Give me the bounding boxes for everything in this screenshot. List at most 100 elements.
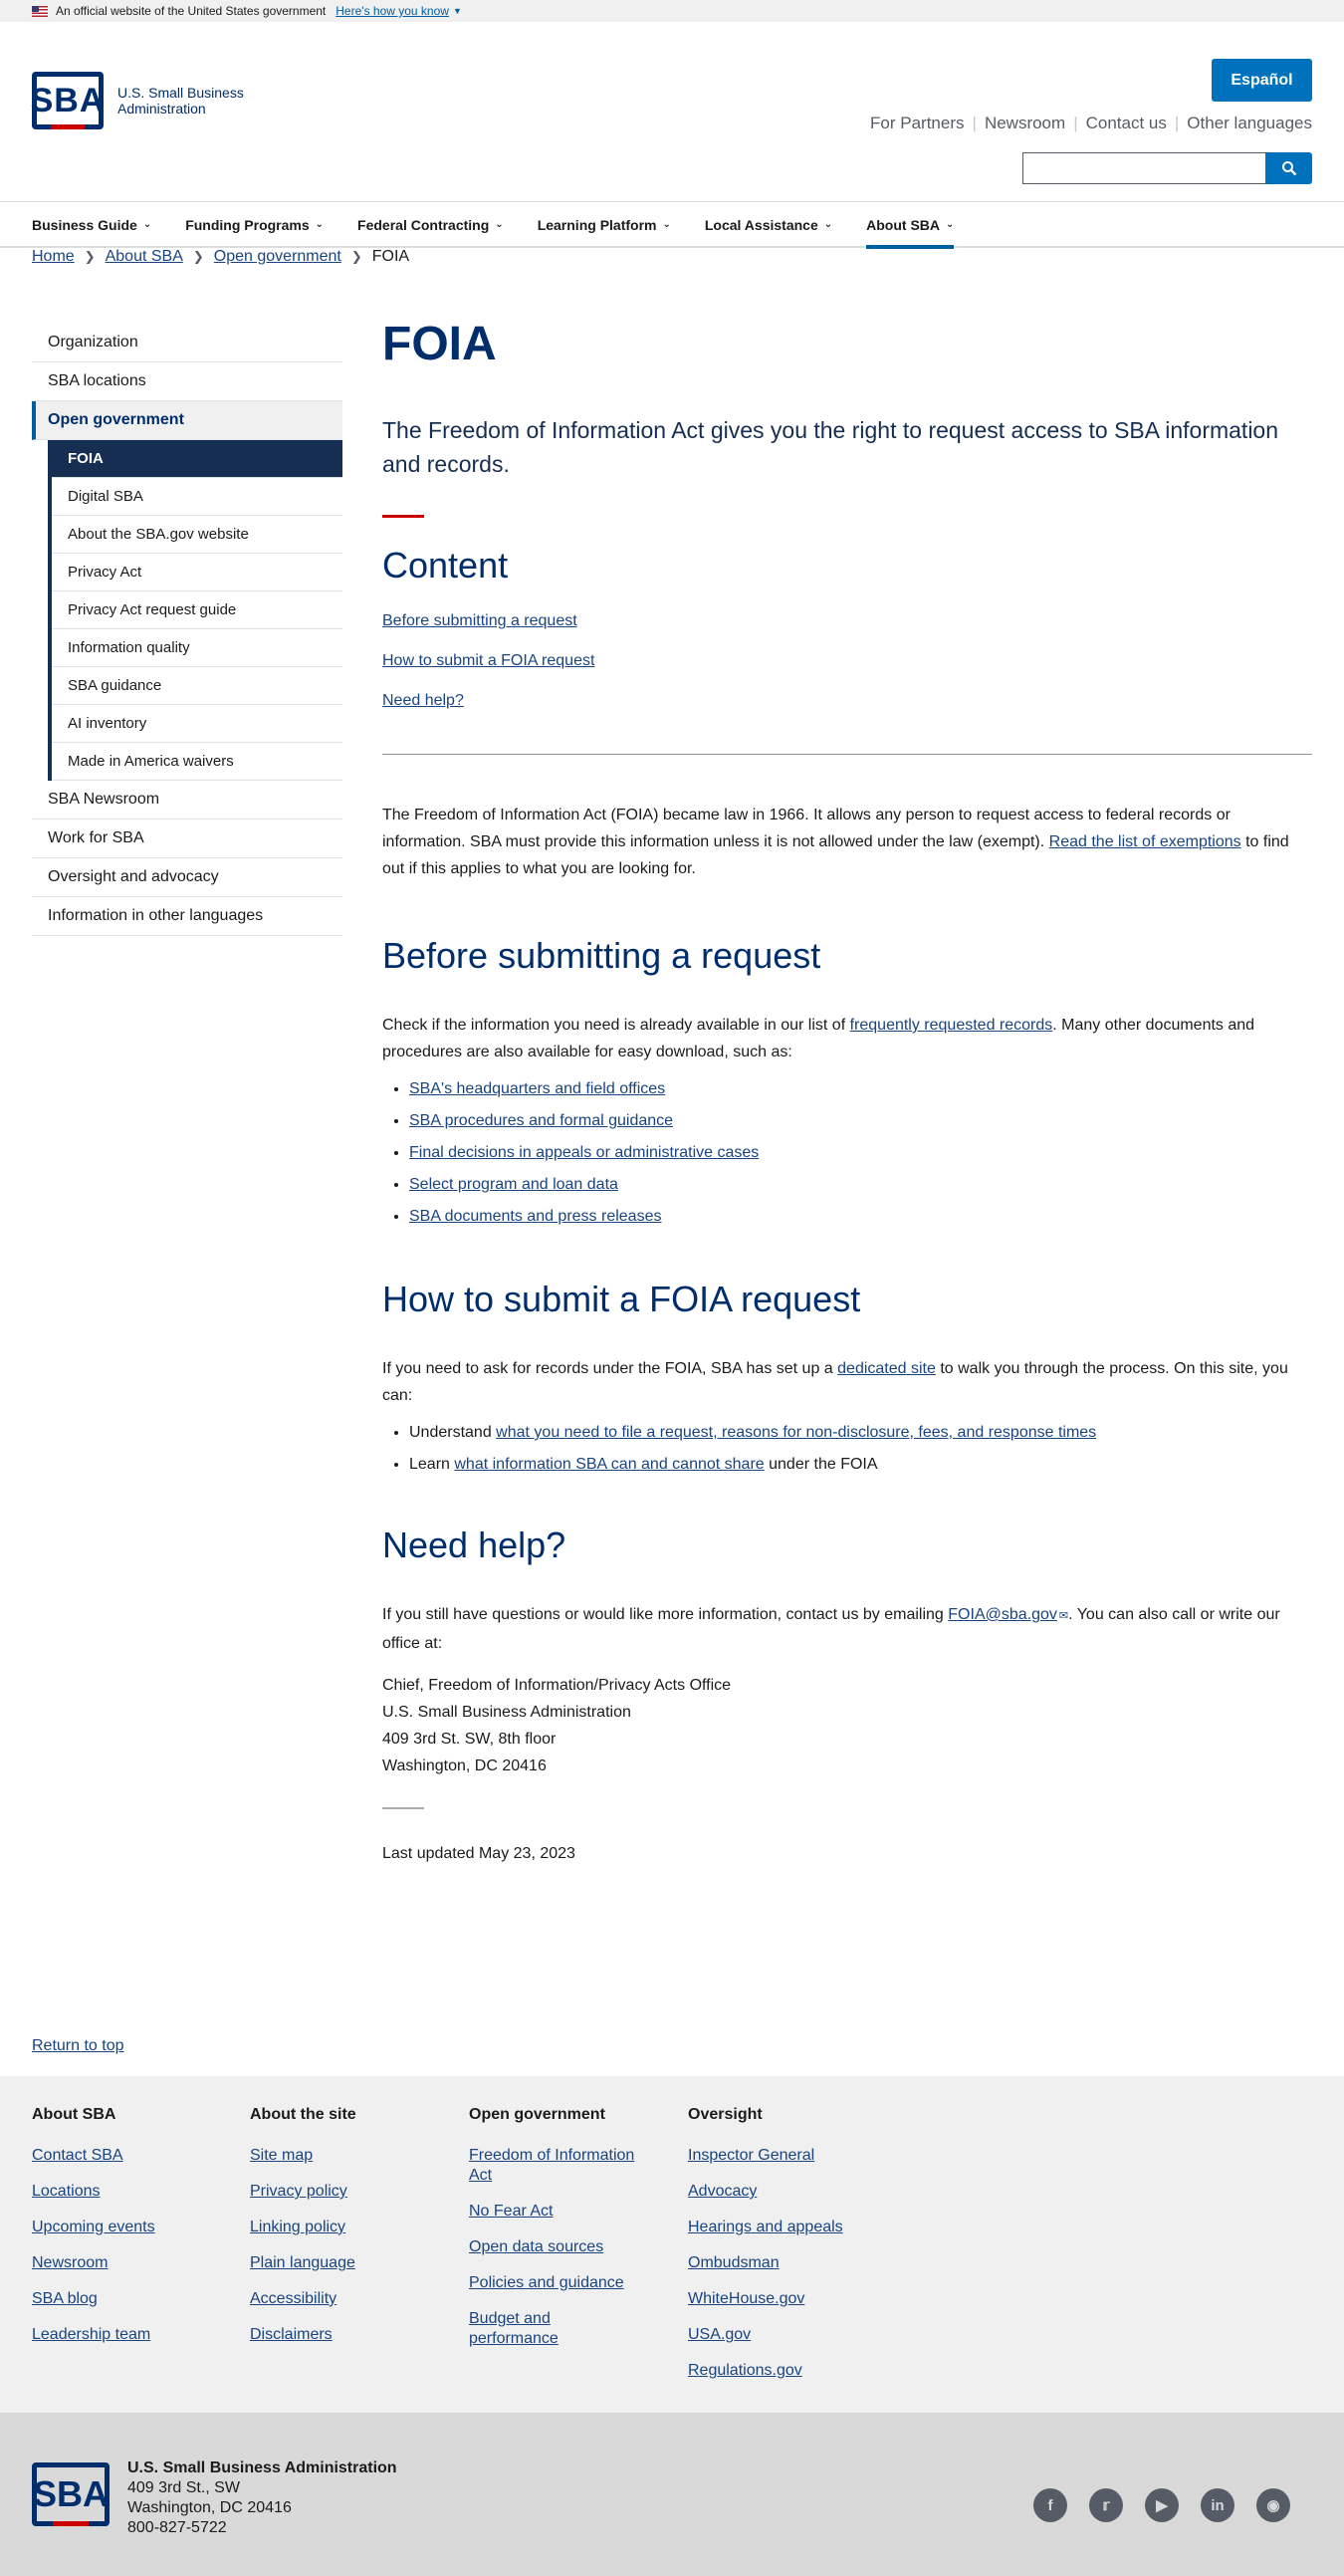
footer-link[interactable]: Plain language [250,2253,449,2273]
search-input[interactable] [1022,152,1265,184]
file-request-link[interactable]: what you need to file a request, reasons… [496,1424,1096,1441]
sidebar-item-privacy-act[interactable]: Privacy Act [52,554,342,591]
footer-link[interactable]: Freedom of Information Act [469,2146,658,2186]
procedures-link[interactable]: SBA procedures and formal guidance [409,1112,673,1129]
sidebar-item-foia[interactable]: FOIA [52,440,342,478]
for-partners-link[interactable]: For Partners [870,114,964,133]
breadcrumb-current: FOIA [371,248,410,265]
footer-col-oversight: Oversight Inspector General Advocacy Hea… [688,2106,887,2397]
footer-link[interactable]: Disclaimers [250,2325,449,2345]
sidebar-item-about-website[interactable]: About the SBA.gov website [52,516,342,554]
final-decisions-link[interactable]: Final decisions in appeals or administra… [409,1144,759,1161]
what-sba-can-share-link[interactable]: what information SBA can and cannot shar… [454,1456,764,1473]
nav-local-assistance[interactable]: Local Assistance ⌄ [705,202,832,247]
footer-link[interactable]: Newsroom [32,2253,231,2273]
footer-link[interactable]: SBA blog [32,2289,231,2309]
search-button[interactable] [1265,152,1312,184]
sidebar-item-other-languages[interactable]: Information in other languages [32,897,342,936]
how-to-submit-heading: How to submit a FOIA request [382,1279,861,1319]
sidebar-item-organization[interactable]: Organization [32,324,342,362]
footer-link[interactable]: Ombudsman [688,2253,887,2273]
footer-link[interactable]: Contact SBA [32,2146,231,2166]
lead-paragraph: The Freedom of Information Act gives you… [382,417,1279,477]
footer-link[interactable]: Locations [32,2182,231,2202]
nav-about-sba[interactable]: About SBA ⌄ [866,202,955,249]
loan-data-link[interactable]: Select program and loan data [409,1176,618,1193]
footer-bottom: SBA U.S. Small Business Administration 4… [0,2413,1344,2576]
twitter-icon[interactable]: 𝕣 [1089,2488,1123,2522]
facebook-icon[interactable]: f [1033,2488,1067,2522]
sidebar-item-sba-locations[interactable]: SBA locations [32,362,342,401]
sidebar-item-digital-sba[interactable]: Digital SBA [52,478,342,516]
footer-link[interactable]: Budget and performance [469,2309,578,2349]
table-of-contents: Before submitting a request How to submi… [382,612,1312,710]
nav-business-guide[interactable]: Business Guide ⌄ [32,202,151,247]
exemptions-link[interactable]: Read the list of exemptions [1049,833,1241,850]
chevron-right-icon: ❯ [84,249,96,264]
footer-link[interactable]: Inspector General [688,2146,887,2166]
breadcrumb-about-sba[interactable]: About SBA [106,248,183,266]
breadcrumb-home[interactable]: Home [32,248,75,266]
toc-before-submitting[interactable]: Before submitting a request [382,612,1312,630]
footer-link[interactable]: Upcoming events [32,2218,231,2237]
contact-us-link[interactable]: Contact us [1086,114,1167,133]
list-item: Learn what information SBA can and canno… [409,1455,1312,1475]
sidebar-item-work-for-sba[interactable]: Work for SBA [32,820,342,858]
dedicated-site-link[interactable]: dedicated site [837,1360,936,1377]
frequently-requested-link[interactable]: frequently requested records [850,1017,1053,1034]
espanol-button[interactable]: Español [1212,59,1312,102]
footer-link[interactable]: USA.gov [688,2325,887,2345]
toc-how-to-submit[interactable]: How to submit a FOIA request [382,652,1312,670]
nav-learning-platform[interactable]: Learning Platform ⌄ [538,202,671,247]
press-releases-link[interactable]: SBA documents and press releases [409,1208,661,1225]
sidebar-item-oversight[interactable]: Oversight and advocacy [32,858,342,897]
toc-need-help[interactable]: Need help? [382,692,1312,710]
heres-how-you-know-link[interactable]: Here's how you know [336,4,449,18]
footer-link[interactable]: No Fear Act [469,2202,658,2222]
sidebar-item-open-government[interactable]: Open government [32,401,342,440]
sidebar-item-privacy-act-guide[interactable]: Privacy Act request guide [52,591,342,629]
footer-link[interactable]: Hearings and appeals [688,2218,887,2237]
last-updated: Last updated May 23, 2023 [382,1845,575,1862]
linkedin-icon[interactable]: in [1201,2488,1234,2522]
footer-col-about-sba: About SBA Contact SBA Locations Upcoming… [32,2106,231,2361]
help-paragraph: If you still have questions or would lik… [382,1606,1280,1652]
side-nav: Organization SBA locations Open governme… [32,324,342,936]
chevron-down-icon: ▼ [452,6,462,16]
footer-link[interactable]: Privacy policy [250,2182,449,2202]
sba-logo[interactable]: SBA U.S. Small Business Administration [31,72,244,129]
sidebar-item-made-in-america[interactable]: Made in America waivers [52,743,342,781]
foia-email-link[interactable]: FOIA@sba.gov [948,1606,1057,1623]
sba-footer-logo[interactable]: SBA [32,2462,110,2526]
instagram-icon[interactable]: ◉ [1256,2488,1290,2522]
footer-address: U.S. Small Business Administration 409 3… [127,2459,397,2536]
list-item: Final decisions in appeals or administra… [409,1143,1312,1163]
how-list: Understand what you need to file a reque… [382,1423,1312,1475]
sidebar-item-sba-guidance[interactable]: SBA guidance [52,667,342,705]
list-item: Understand what you need to file a reque… [409,1423,1312,1443]
footer-link[interactable]: Site map [250,2146,449,2166]
footer-link[interactable]: Accessibility [250,2289,449,2309]
footer-link[interactable]: Regulations.gov [688,2361,887,2381]
sidebar-item-information-quality[interactable]: Information quality [52,629,342,667]
list-item: SBA documents and press releases [409,1207,1312,1227]
footer-link[interactable]: Open data sources [469,2237,658,2257]
footer-link[interactable]: Advocacy [688,2182,887,2202]
sidebar-item-ai-inventory[interactable]: AI inventory [52,705,342,743]
office-address: Chief, Freedom of Information/Privacy Ac… [382,1677,732,1774]
sidebar-item-sba-newsroom[interactable]: SBA Newsroom [32,781,342,820]
footer-link[interactable]: Linking policy [250,2218,449,2237]
sidebar-subnav: FOIA Digital SBA About the SBA.gov websi… [48,440,342,781]
hq-offices-link[interactable]: SBA's headquarters and field offices [409,1080,665,1097]
newsroom-link[interactable]: Newsroom [985,114,1065,133]
nav-funding-programs[interactable]: Funding Programs ⌄ [185,202,324,247]
footer-link[interactable]: Leadership team [32,2325,231,2345]
other-languages-link[interactable]: Other languages [1187,114,1312,133]
breadcrumb-open-government[interactable]: Open government [214,248,341,266]
footer-link[interactable]: WhiteHouse.gov [688,2289,887,2309]
nav-federal-contracting[interactable]: Federal Contracting ⌄ [357,202,504,247]
youtube-icon[interactable]: ▶ [1145,2488,1179,2522]
footer-link[interactable]: Policies and guidance [469,2273,658,2293]
gray-divider [382,1807,424,1809]
return-to-top-link[interactable]: Return to top [32,2037,124,2055]
